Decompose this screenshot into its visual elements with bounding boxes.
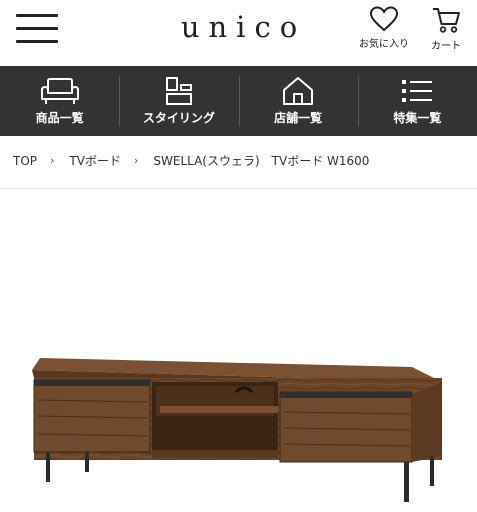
styling-icon [165, 77, 192, 105]
nav-stores[interactable]: 店舗一覧 [238, 66, 358, 136]
heart-icon [369, 6, 399, 32]
store-icon [283, 77, 314, 105]
divider [0, 188, 477, 189]
nav-styling-label: スタイリング [142, 111, 215, 125]
favorites-label: お気に入り [359, 39, 409, 50]
breadcrumb-current: SWELLA(スウェラ) TVボード W1600 [153, 154, 370, 168]
favorites-button[interactable]: お気に入り [354, 6, 414, 58]
breadcrumb-tv-board[interactable]: TVボード [69, 152, 121, 169]
cart-button[interactable]: カート [416, 6, 476, 58]
product-image[interactable] [0, 330, 477, 512]
nav-styling[interactable]: スタイリング [119, 66, 238, 136]
sofa-icon [40, 78, 79, 104]
nav-stores-label: 店舗一覧 [274, 111, 323, 125]
main-nav: 商品一覧 スタイリング 店舗一覧 特集一覧 [0, 66, 477, 136]
site-header: unico お気に入り カート [0, 0, 477, 66]
nav-features-label: 特集一覧 [393, 111, 442, 125]
breadcrumb-separator: › [50, 154, 55, 167]
cart-label: カート [431, 41, 461, 52]
breadcrumb-separator: › [133, 154, 139, 167]
breadcrumb: TOP › TVボード › SWELLA(スウェラ) TVボード W1600 [13, 152, 369, 169]
nav-products-label: 商品一覧 [35, 111, 84, 125]
nav-products[interactable]: 商品一覧 [0, 66, 119, 136]
list-icon [402, 80, 433, 102]
breadcrumb-top[interactable]: TOP [13, 154, 37, 168]
cart-icon [433, 8, 460, 33]
nav-features[interactable]: 特集一覧 [357, 66, 477, 136]
